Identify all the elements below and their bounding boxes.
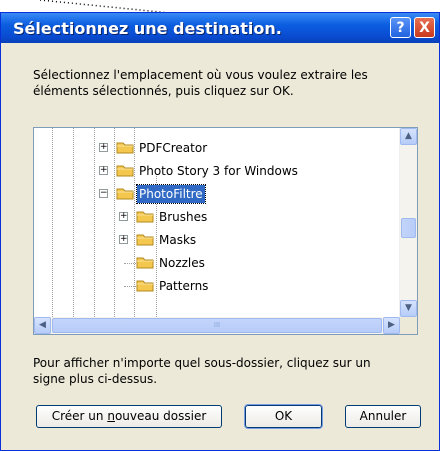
dialog-title: Sélectionnez une destination. — [13, 19, 282, 38]
collapse-icon[interactable]: − — [99, 189, 108, 198]
new-folder-button[interactable]: Créer un nouveau dossier — [36, 405, 222, 428]
tree-item[interactable]: + Brushes — [34, 206, 400, 228]
scroll-left-button[interactable]: ◀ — [34, 317, 51, 334]
hint-text: Pour afficher n'importe quel sous-dossie… — [33, 355, 413, 387]
folder-icon — [136, 211, 154, 223]
tree-item-label: Masks — [159, 233, 197, 247]
tree-item[interactable]: Patterns — [34, 275, 400, 297]
folder-icon — [116, 165, 134, 177]
horizontal-scroll-thumb[interactable]: III — [52, 318, 382, 333]
tree-item[interactable]: Nozzles — [34, 252, 400, 274]
help-button[interactable]: ? — [390, 17, 411, 38]
vertical-scroll-thumb[interactable] — [401, 218, 416, 238]
scroll-corner — [400, 317, 417, 334]
cancel-button[interactable]: Annuler — [345, 405, 421, 428]
expand-icon[interactable]: + — [119, 235, 128, 244]
new-folder-mnemonic: n — [107, 409, 115, 423]
tree-branch-line — [124, 286, 136, 287]
folder-tree[interactable]: + PDFCreator + Photo Story 3 for Windows − Ph… — [33, 127, 418, 335]
tree-item-label: PhotoFiltre — [136, 184, 206, 204]
hint-line-2: signe plus ci-dessus. — [33, 372, 158, 386]
scroll-down-button[interactable]: ▼ — [400, 300, 417, 317]
folder-icon — [116, 142, 134, 154]
tree-item-label: Photo Story 3 for Windows — [139, 164, 298, 178]
horizontal-scrollbar[interactable]: ◀ III ▶ — [34, 317, 400, 334]
folder-icon — [116, 188, 134, 200]
vertical-scrollbar[interactable]: ▲ ▼ — [399, 128, 417, 317]
scroll-up-button[interactable]: ▲ — [400, 128, 417, 145]
tree-item[interactable]: + Photo Story 3 for Windows — [34, 160, 400, 182]
hint-line-1: Pour afficher n'importe quel sous-dossie… — [33, 356, 371, 370]
new-folder-label-post: ouveau dossier — [114, 409, 207, 423]
instruction-line-1: Sélectionnez l'emplacement où vous voule… — [33, 68, 368, 82]
instruction-line-2: éléments sélectionnés, puis cliquez sur … — [33, 84, 294, 98]
tree-item-label: PDFCreator — [139, 141, 208, 155]
tree-item[interactable]: + Masks — [34, 229, 400, 251]
title-bar[interactable]: Sélectionnez une destination. ? X — [1, 13, 439, 43]
close-button[interactable]: X — [414, 17, 435, 38]
tree-item[interactable]: + PDFCreator — [34, 137, 400, 159]
ok-button[interactable]: OK — [244, 404, 323, 429]
expand-icon[interactable]: + — [119, 212, 128, 221]
folder-icon — [136, 234, 154, 246]
folder-icon — [136, 280, 154, 292]
expand-icon[interactable]: + — [99, 143, 108, 152]
tree-item-label: Brushes — [159, 210, 208, 224]
instruction-text: Sélectionnez l'emplacement où vous voule… — [33, 67, 413, 99]
scroll-right-button[interactable]: ▶ — [383, 317, 400, 334]
new-folder-label-pre: Créer un — [51, 409, 108, 423]
tree-branch-line — [124, 263, 136, 264]
tree-item-label: Nozzles — [159, 256, 205, 270]
expand-icon[interactable]: + — [99, 166, 108, 175]
dialog-window: Sélectionnez une destination. ? X Sélect… — [0, 12, 440, 451]
tree-item[interactable]: − PhotoFiltre — [34, 183, 400, 205]
tree-item-label: Patterns — [159, 279, 209, 293]
folder-icon — [136, 257, 154, 269]
